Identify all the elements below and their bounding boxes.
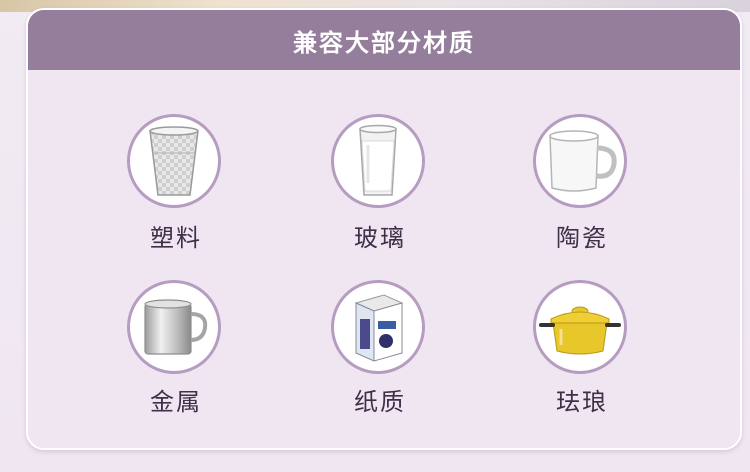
material-label: 纸质	[354, 388, 406, 416]
material-label: 玻璃	[354, 224, 406, 252]
glass-cup-icon	[331, 114, 425, 208]
paper-carton-icon	[331, 280, 425, 374]
enamel-pot-icon	[533, 280, 627, 374]
material-label: 塑料	[150, 224, 202, 252]
materials-card: 兼容大部分材质 塑料 玻璃 陶瓷 金属 纸质 珐琅	[26, 8, 742, 450]
metal-mug-icon	[127, 280, 221, 374]
material-label: 金属	[150, 388, 202, 416]
card-title: 兼容大部分材质	[293, 28, 475, 57]
card-header: 兼容大部分材质	[28, 10, 740, 70]
material-label: 珐琅	[556, 388, 608, 416]
material-label: 陶瓷	[556, 224, 608, 252]
ceramic-mug-icon	[533, 114, 627, 208]
plastic-cup-icon	[127, 114, 221, 208]
